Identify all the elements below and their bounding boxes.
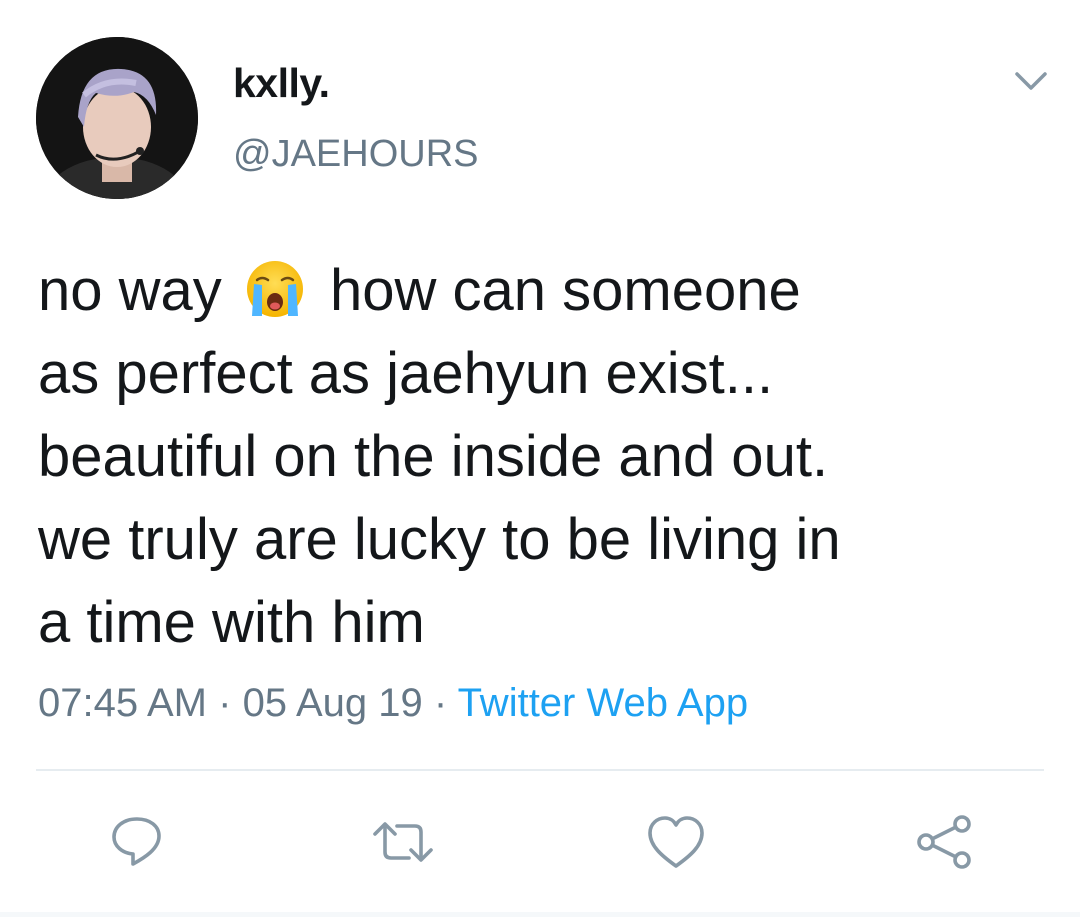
reply-icon xyxy=(112,817,161,866)
tweet-meta: 07:45 AM · 05 Aug 19 · Twitter Web App xyxy=(38,681,748,726)
tweet-source-link[interactable]: Twitter Web App xyxy=(458,681,749,725)
avatar-photo-icon xyxy=(36,37,198,199)
divider xyxy=(36,769,1044,771)
heart-icon xyxy=(648,816,704,868)
display-name[interactable]: kxlly. xyxy=(233,60,330,107)
loudly-crying-face-emoji-icon xyxy=(240,258,310,320)
share-icon xyxy=(917,815,971,869)
tweet-time: 07:45 AM xyxy=(38,681,208,725)
chevron-down-icon[interactable] xyxy=(1013,66,1049,96)
avatar[interactable] xyxy=(36,37,198,199)
tweet-card: kxlly. @JAEHOURS no way how can someone … xyxy=(0,0,1080,917)
meta-separator: · xyxy=(207,681,243,725)
like-button[interactable] xyxy=(644,810,708,874)
tweet-text-part1: no way xyxy=(38,258,238,323)
retweet-icon xyxy=(373,822,433,862)
bottom-edge xyxy=(0,912,1080,917)
user-handle[interactable]: @JAEHOURS xyxy=(233,133,479,176)
retweet-button[interactable] xyxy=(371,810,435,874)
share-button[interactable] xyxy=(912,810,976,874)
tweet-date: 05 Aug 19 xyxy=(242,681,423,725)
reply-button[interactable] xyxy=(105,810,169,874)
tweet-text: no way how can someone as perfect as jae… xyxy=(38,249,1038,664)
meta-separator: · xyxy=(422,681,458,725)
